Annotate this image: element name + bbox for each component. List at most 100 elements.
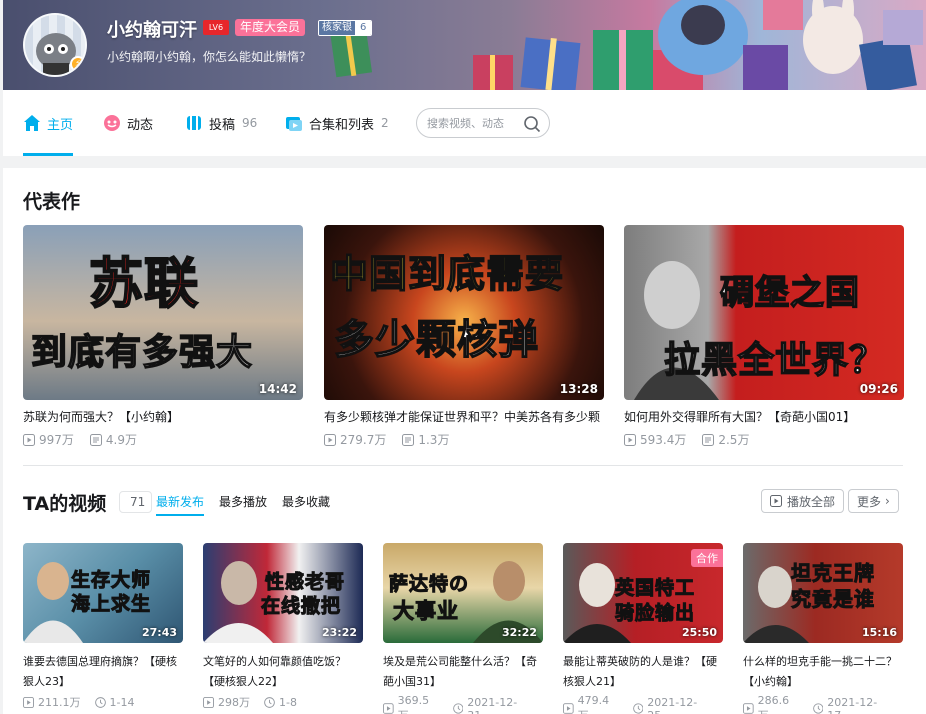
tab-most-favorited[interactable]: 最多收藏: [282, 493, 330, 510]
video-stats: 593.4万 2.5万: [624, 431, 904, 448]
video-title[interactable]: 最能让蒂英破防的人是谁？【硬核狠人21】: [563, 652, 723, 692]
thumbnail-text: 拉黑全世界？: [663, 339, 887, 382]
thumbnail-text: 在线撒把: [260, 595, 342, 618]
video-thumbnail[interactable]: 苏联 到底有多强大 14:42: [23, 225, 303, 400]
fans-medal-level: 6: [355, 21, 372, 35]
clock-icon: [452, 703, 464, 714]
video-duration: 27:43: [141, 626, 177, 639]
publish-date: 2021-12-31: [467, 695, 518, 714]
video-thumbnail[interactable]: 萨达特の 大事业 32:22: [383, 543, 543, 643]
video-card[interactable]: 性感老哥 在线撒把 23:22 文笔好的人如何靠颜值吃饭？【硬核狠人22】 29…: [203, 543, 363, 710]
video-title[interactable]: 埃及是荒公司能整什么活？【奇葩小国31】: [383, 652, 543, 692]
chevron-right-icon: ›: [885, 494, 890, 508]
tab-dynamic[interactable]: 动态: [103, 90, 153, 156]
tab-most-played[interactable]: 最多播放: [219, 493, 267, 510]
search-input[interactable]: [427, 116, 523, 130]
video-title[interactable]: 如何用外交得罪所有大国？【奇葩小国01】: [624, 408, 904, 425]
video-title[interactable]: 苏联为何而强大？【小约翰】: [23, 408, 303, 425]
video-title[interactable]: 什么样的坦克手能一挑二十二？【小约翰】: [743, 652, 903, 692]
publish-date: 2021-12-25: [647, 695, 698, 714]
video-thumbnail[interactable]: 生存大师 海上求生 27:43: [23, 543, 183, 643]
play-count-icon: [743, 703, 754, 714]
play-count: 369.5万: [397, 694, 430, 714]
thumbnail-text: 苏联: [88, 251, 199, 316]
dynamic-icon: [104, 115, 120, 131]
danmaku-icon: [702, 433, 715, 446]
username[interactable]: 小约翰可汗: [107, 16, 197, 42]
video-card[interactable]: 合作 英国特工 骑脸输出 25:50 最能让蒂英破防的人是谁？【硬核狠人21】 …: [563, 543, 723, 714]
banner-art: [330, 0, 923, 90]
video-stats: 279.7万 1.3万: [324, 431, 604, 448]
video-thumbnail[interactable]: 合作 英国特工 骑脸输出 25:50: [563, 543, 723, 643]
thumbnail-text: 中国到底需要: [329, 251, 565, 297]
upload-icon: [187, 116, 201, 130]
thumbnail-text: 坦克王牌: [791, 561, 875, 586]
masterpiece-card[interactable]: 苏联 到底有多强大 14:42 苏联为何而强大？【小约翰】 997万 4.9万: [23, 225, 303, 448]
video-title[interactable]: 文笔好的人如何靠颜值吃饭？【硬核狠人22】: [203, 652, 363, 692]
video-title[interactable]: 有多少颗核弹才能保证世界和平？中美苏各有多少颗: [324, 408, 604, 425]
play-count: 997万: [39, 433, 74, 447]
level-badge: LV6: [203, 20, 229, 35]
tab-upload[interactable]: 投稿 96: [185, 90, 257, 156]
tab-collection-count: 2: [381, 116, 389, 130]
videos-section-title: TA的视频: [23, 493, 107, 515]
thumbnail-text: 性感老哥: [264, 571, 346, 594]
danmaku-icon: [402, 433, 415, 446]
video-duration: 15:16: [861, 626, 897, 639]
video-stats: 997万 4.9万: [23, 431, 303, 448]
play-all-button[interactable]: 播放全部: [761, 489, 845, 513]
masterpiece-card[interactable]: 中国到底需要 多少颗核弹 13:28 有多少颗核弹才能保证世界和平？中美苏各有多…: [324, 225, 604, 448]
video-thumbnail[interactable]: 坦克王牌 究竟是谁 15:16: [743, 543, 903, 643]
home-icon: [24, 115, 40, 131]
play-count: 593.4万: [640, 433, 687, 447]
video-duration: 32:22: [501, 626, 537, 639]
masterpiece-card[interactable]: 碉堡之国 拉黑全世界？ 09:26 如何用外交得罪所有大国？【奇葩小国01】 5…: [624, 225, 904, 448]
video-title[interactable]: 谁要去德国总理府摘旗？【硬核狠人23】: [23, 652, 183, 692]
danmaku-icon: [89, 433, 102, 446]
play-count: 211.1万: [38, 696, 81, 709]
video-card[interactable]: 生存大师 海上求生 27:43 谁要去德国总理府摘旗？【硬核狠人23】 211.…: [23, 543, 183, 710]
play-count: 286.6万: [757, 694, 790, 714]
search-box[interactable]: [416, 108, 550, 138]
video-thumbnail[interactable]: 性感老哥 在线撒把 23:22: [203, 543, 363, 643]
tab-home[interactable]: 主页: [23, 90, 74, 156]
space-nav: 主页 动态 投稿 96 合集和列表 2: [3, 90, 926, 156]
video-stats: 479.4万 2021-12-25: [563, 694, 723, 714]
video-thumbnail[interactable]: 碉堡之国 拉黑全世界？ 09:26: [624, 225, 904, 400]
danmaku-count: 2.5万: [718, 433, 750, 447]
more-label: 更多: [857, 494, 882, 509]
thumbnail-text: 海上求生: [70, 593, 152, 616]
masterpiece-title: 代表作: [23, 191, 81, 213]
search-icon[interactable]: [523, 115, 541, 133]
thumbnail-text: 碉堡之国: [719, 272, 860, 314]
video-duration: 14:42: [258, 382, 297, 396]
fans-medal[interactable]: 核家银 6: [318, 20, 373, 36]
more-button[interactable]: 更多 ›: [848, 489, 899, 513]
thumbnail-text: 生存大师: [70, 569, 152, 592]
tab-latest[interactable]: 最新发布: [156, 493, 205, 516]
play-count: 298万: [218, 696, 250, 709]
play-count-icon: [624, 433, 636, 446]
play-all-label: 播放全部: [787, 494, 836, 509]
thumbnail-text: 到底有多强大: [30, 331, 254, 374]
collab-badge: 合作: [691, 549, 723, 567]
video-card[interactable]: 萨达特の 大事业 32:22 埃及是荒公司能整什么活？【奇葩小国31】 369.…: [383, 543, 543, 714]
play-icon: [770, 495, 782, 507]
tab-upload-label: 投稿: [209, 117, 236, 133]
tab-dynamic-label: 动态: [127, 117, 154, 133]
play-count: 479.4万: [577, 694, 610, 714]
play-count-icon: [203, 696, 214, 708]
avatar[interactable]: ⚡: [23, 13, 87, 77]
main-panel: 代表作 苏联 到底有多强大 14:42 苏联为何而强大？【小约翰】 997万 4…: [3, 168, 926, 714]
thumbnail-text: 究竟是谁: [791, 587, 875, 612]
play-count-icon: [383, 703, 394, 714]
tab-upload-count: 96: [242, 116, 258, 130]
thumbnail-text: 大事业: [393, 599, 459, 624]
video-card[interactable]: 坦克王牌 究竟是谁 15:16 什么样的坦克手能一挑二十二？【小约翰】 286.…: [743, 543, 903, 714]
video-stats: 369.5万 2021-12-31: [383, 694, 543, 714]
tab-collection-label: 合集和列表: [309, 117, 375, 133]
vip-badge[interactable]: 年度大会员: [235, 19, 306, 36]
tab-collection[interactable]: 合集和列表 2: [285, 90, 389, 156]
publish-date: 1-8: [279, 695, 297, 709]
video-thumbnail[interactable]: 中国到底需要 多少颗核弹 13:28: [324, 225, 604, 400]
